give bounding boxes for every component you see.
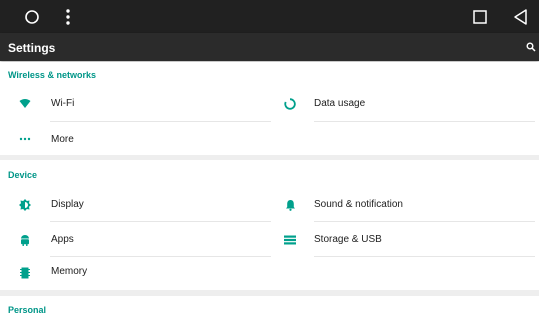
item-label: Sound & notification bbox=[314, 199, 403, 210]
home-circle-icon[interactable] bbox=[24, 9, 40, 25]
data-usage-icon bbox=[283, 97, 297, 111]
settings-item-storage-usb[interactable]: Storage & USB bbox=[283, 223, 535, 257]
divider bbox=[314, 221, 535, 222]
app-bar: Settings bbox=[0, 33, 539, 61]
item-label: Apps bbox=[51, 234, 74, 245]
settings-item-sound-notification[interactable]: Sound & notification bbox=[283, 188, 535, 222]
divider bbox=[314, 121, 535, 122]
section-title: Device bbox=[8, 170, 38, 180]
section-title: Personal bbox=[8, 305, 47, 315]
page-title: Settings bbox=[8, 41, 56, 55]
display-brightness-icon bbox=[18, 198, 32, 212]
storage-icon bbox=[283, 233, 297, 247]
item-label: Storage & USB bbox=[314, 234, 382, 245]
item-label: More bbox=[51, 134, 74, 145]
settings-item-data-usage[interactable]: Data usage bbox=[283, 87, 535, 121]
settings-item-display[interactable]: Display bbox=[18, 188, 271, 222]
search-icon[interactable] bbox=[524, 40, 538, 54]
settings-item-apps[interactable]: Apps bbox=[18, 223, 271, 257]
divider bbox=[314, 256, 535, 257]
navigation-bar bbox=[0, 0, 539, 33]
overflow-menu-icon[interactable] bbox=[64, 8, 72, 26]
item-label: Memory bbox=[51, 266, 88, 277]
android-icon bbox=[18, 233, 32, 247]
bell-icon bbox=[283, 198, 297, 212]
settings-item-more[interactable]: More bbox=[18, 122, 271, 156]
section-wireless-networks: Wireless & networks Wi-Fi Data usage Mor… bbox=[0, 62, 539, 158]
section-title: Wireless & networks bbox=[8, 70, 96, 80]
back-triangle-icon[interactable] bbox=[512, 8, 530, 26]
item-label: Wi-Fi bbox=[51, 98, 75, 109]
settings-item-wifi[interactable]: Wi-Fi bbox=[18, 87, 271, 121]
divider bbox=[50, 221, 271, 222]
memory-chip-icon bbox=[18, 266, 32, 280]
item-label: Display bbox=[51, 199, 84, 210]
section-personal: Personal bbox=[0, 296, 539, 327]
section-device: Device Display Sound & notification Apps… bbox=[0, 160, 539, 290]
item-label: Data usage bbox=[314, 98, 366, 109]
recents-square-icon[interactable] bbox=[472, 9, 488, 25]
settings-item-memory[interactable]: Memory bbox=[18, 257, 271, 287]
more-dots-icon bbox=[18, 132, 32, 146]
wifi-icon bbox=[18, 97, 32, 111]
